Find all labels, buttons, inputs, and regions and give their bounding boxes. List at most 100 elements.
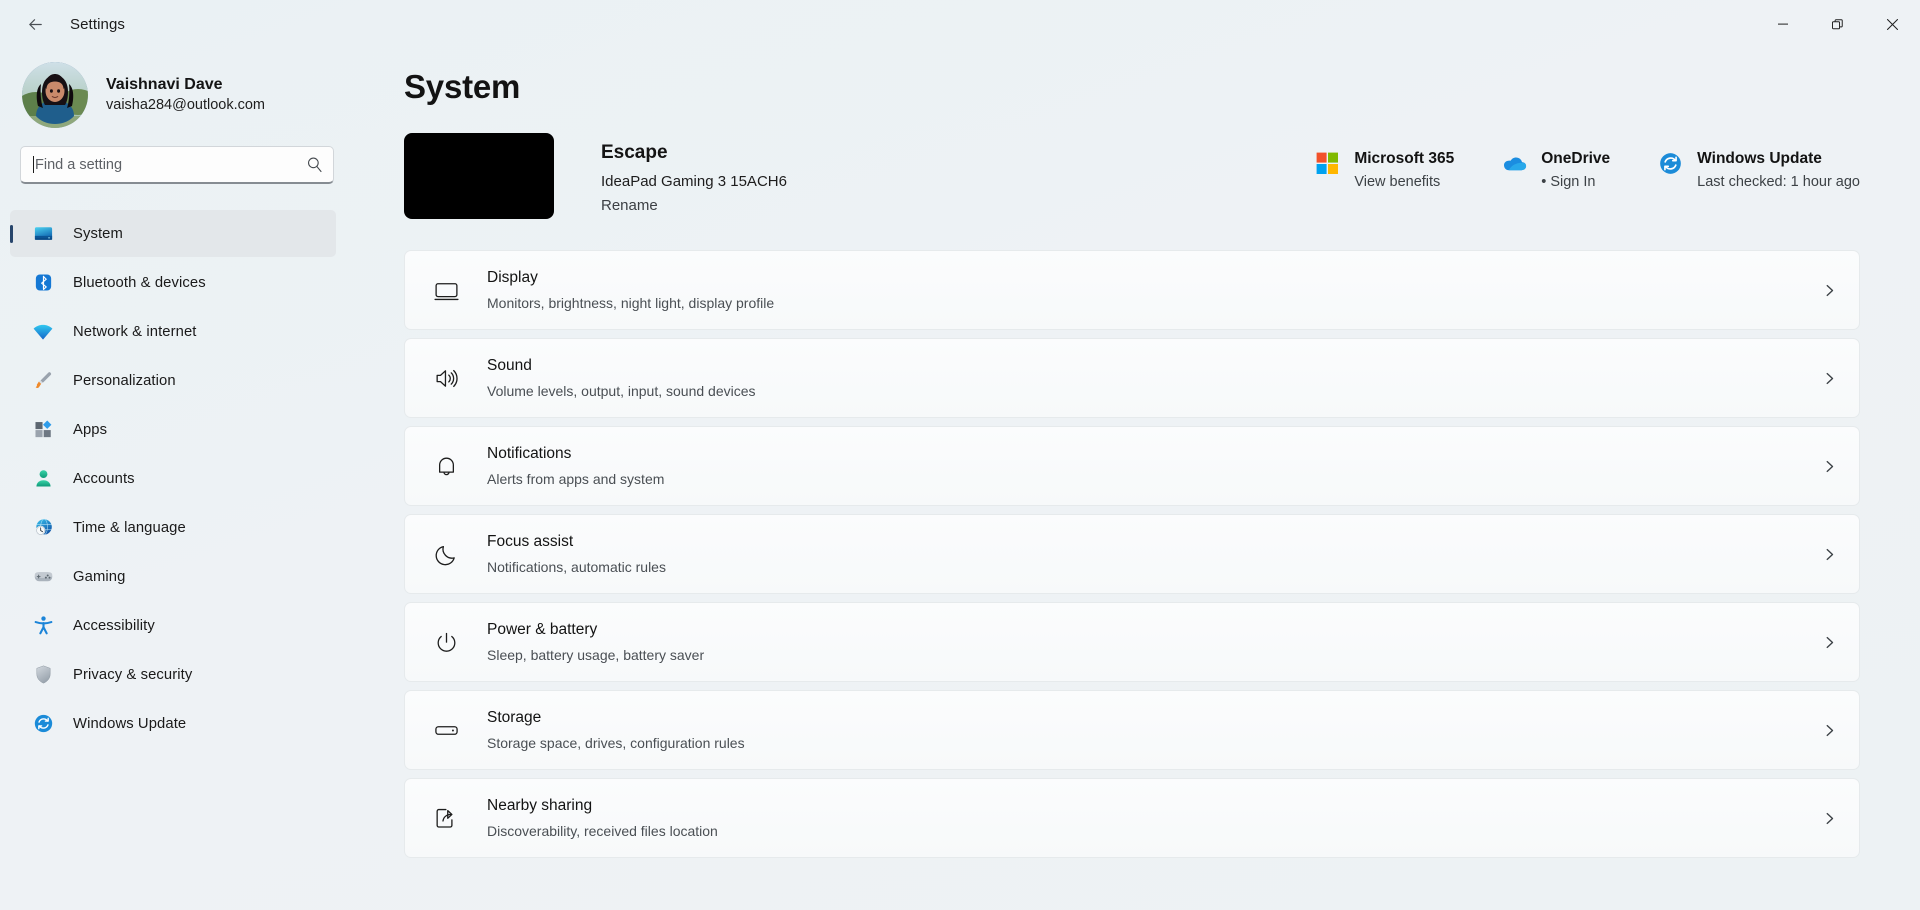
monitor-icon: [32, 223, 54, 245]
sidebar-item-accounts[interactable]: Accounts: [10, 455, 336, 502]
sidebar-item-apps[interactable]: Apps: [10, 406, 336, 453]
card-title: Display: [487, 267, 774, 289]
device-info: Escape IdeaPad Gaming 3 15ACH6 Rename: [601, 133, 787, 217]
gamepad-icon: [32, 566, 54, 588]
sidebar-item-privacy-security[interactable]: Privacy & security: [10, 651, 336, 698]
settings-card-power-battery[interactable]: Power & battery Sleep, battery usage, ba…: [404, 602, 1860, 682]
sidebar-item-label: Personalization: [73, 373, 176, 389]
card-title: Focus assist: [487, 531, 666, 553]
minimize-button[interactable]: [1755, 0, 1810, 48]
card-text: Focus assist Notifications, automatic ru…: [487, 531, 666, 577]
user-profile[interactable]: Vaishnavi Dave vaisha284@outlook.com: [0, 48, 356, 146]
window-controls: [1755, 0, 1920, 48]
settings-card-sound[interactable]: Sound Volume levels, output, input, soun…: [404, 338, 1860, 418]
device-thumbnail: [404, 133, 554, 219]
chevron-right-icon: [1822, 635, 1837, 650]
status-card-microsoft365[interactable]: Microsoft 365 View benefits: [1314, 147, 1454, 194]
card-text: Power & battery Sleep, battery usage, ba…: [487, 619, 704, 665]
device-name: Escape: [601, 139, 787, 167]
sidebar-item-label: System: [73, 226, 123, 242]
chevron-right-icon: [1822, 547, 1837, 562]
sidebar-nav: System Bluetooth & devices: [0, 210, 356, 749]
settings-card-storage[interactable]: Storage Storage space, drives, configura…: [404, 690, 1860, 770]
card-subtitle: Monitors, brightness, night light, displ…: [487, 293, 774, 313]
search-input[interactable]: [35, 157, 306, 173]
sidebar-item-time-language[interactable]: Time & language: [10, 504, 336, 551]
status-subtitle: Last checked: 1 hour ago: [1697, 172, 1860, 194]
search-wrapper: [0, 146, 356, 184]
sidebar-item-label: Network & internet: [73, 324, 197, 340]
title-bar: Settings: [0, 0, 1920, 48]
settings-card-focus-assist[interactable]: Focus assist Notifications, automatic ru…: [404, 514, 1860, 594]
status-text: Microsoft 365 View benefits: [1354, 147, 1454, 194]
card-subtitle: Storage space, drives, configuration rul…: [487, 733, 745, 753]
moon-icon: [431, 539, 461, 569]
sidebar-item-personalization[interactable]: Personalization: [10, 357, 336, 404]
back-arrow-icon: [26, 15, 45, 34]
text-caret: [33, 156, 34, 173]
bluetooth-icon: [32, 272, 54, 294]
bell-icon: [431, 451, 461, 481]
monitor-outline-icon: [431, 275, 461, 305]
card-text: Nearby sharing Discoverability, received…: [487, 795, 718, 841]
chevron-right-icon: [1822, 723, 1837, 738]
sidebar-item-gaming[interactable]: Gaming: [10, 553, 336, 600]
sidebar-item-label: Gaming: [73, 569, 125, 585]
profile-text: Vaishnavi Dave vaisha284@outlook.com: [106, 75, 265, 115]
status-cards: Microsoft 365 View benefits OneDr: [1314, 133, 1860, 194]
clock-globe-icon: [32, 517, 54, 539]
profile-email: vaisha284@outlook.com: [106, 96, 265, 115]
restore-button[interactable]: [1810, 0, 1865, 48]
back-button[interactable]: [14, 8, 56, 40]
sidebar-item-label: Accessibility: [73, 618, 155, 634]
window-title: Settings: [70, 16, 125, 33]
accessibility-icon: [32, 615, 54, 637]
rename-link[interactable]: Rename: [601, 195, 658, 217]
close-icon: [1886, 18, 1899, 31]
chevron-right-icon: [1822, 459, 1837, 474]
microsoft-logo-icon: [1314, 150, 1340, 176]
device-model: IdeaPad Gaming 3 15ACH6: [601, 171, 787, 193]
drive-icon: [431, 715, 461, 745]
status-card-onedrive[interactable]: OneDrive • Sign In: [1501, 147, 1610, 194]
status-card-windows-update[interactable]: Windows Update Last checked: 1 hour ago: [1657, 147, 1860, 194]
wifi-icon: [32, 321, 54, 343]
card-subtitle: Alerts from apps and system: [487, 469, 664, 489]
card-title: Nearby sharing: [487, 795, 718, 817]
settings-card-notifications[interactable]: Notifications Alerts from apps and syste…: [404, 426, 1860, 506]
status-subtitle: View benefits: [1354, 172, 1454, 194]
card-subtitle: Notifications, automatic rules: [487, 557, 666, 577]
settings-card-list: Display Monitors, brightness, night ligh…: [404, 250, 1920, 858]
sidebar-item-label: Bluetooth & devices: [73, 275, 206, 291]
sidebar-item-system[interactable]: System: [10, 210, 336, 257]
sidebar-item-bluetooth-devices[interactable]: Bluetooth & devices: [10, 259, 336, 306]
search-icon[interactable]: [306, 156, 323, 173]
settings-card-display[interactable]: Display Monitors, brightness, night ligh…: [404, 250, 1860, 330]
status-text: Windows Update Last checked: 1 hour ago: [1697, 147, 1860, 194]
update-refresh-icon: [1657, 150, 1683, 176]
sidebar-item-label: Accounts: [73, 471, 135, 487]
sidebar-item-accessibility[interactable]: Accessibility: [10, 602, 336, 649]
restore-icon: [1831, 18, 1844, 31]
status-title: Microsoft 365: [1354, 147, 1454, 170]
settings-card-nearby-sharing[interactable]: Nearby sharing Discoverability, received…: [404, 778, 1860, 858]
shield-icon: [32, 664, 54, 686]
close-button[interactable]: [1865, 0, 1920, 48]
main-content: System Escape IdeaPad Gaming 3 15ACH6 Re…: [356, 48, 1920, 910]
profile-name: Vaishnavi Dave: [106, 75, 265, 95]
card-title: Notifications: [487, 443, 664, 465]
status-title: Windows Update: [1697, 147, 1860, 170]
sidebar-item-network-internet[interactable]: Network & internet: [10, 308, 336, 355]
share-icon: [431, 803, 461, 833]
device-summary: Escape IdeaPad Gaming 3 15ACH6 Rename: [404, 133, 1920, 219]
sidebar-item-windows-update[interactable]: Windows Update: [10, 700, 336, 747]
update-refresh-icon: [32, 713, 54, 735]
person-icon: [32, 468, 54, 490]
chevron-right-icon: [1822, 371, 1837, 386]
page-title: System: [404, 68, 1920, 106]
apps-grid-icon: [32, 419, 54, 441]
sidebar-item-label: Apps: [73, 422, 107, 438]
search-box[interactable]: [20, 146, 334, 184]
chevron-right-icon: [1822, 283, 1837, 298]
card-subtitle: Discoverability, received files location: [487, 821, 718, 841]
